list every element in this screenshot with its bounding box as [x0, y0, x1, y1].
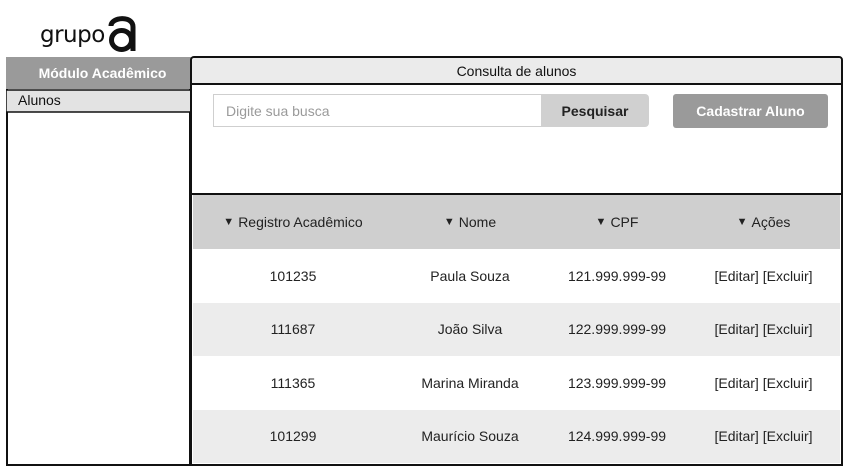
cell-cpf: 124.999.999-99: [567, 428, 667, 445]
column-header-acoes[interactable]: ▼ Ações: [687, 214, 840, 230]
cell-actions: [Editar] [Excluir]: [687, 428, 840, 444]
cell-nome: Maurício Souza: [421, 428, 519, 445]
edit-link[interactable]: [Editar]: [714, 428, 758, 444]
cell-cpf: 122.999.999-99: [567, 321, 667, 338]
cell-registro: 111687: [270, 321, 316, 338]
table-header: ▼ Registro Acadêmico ▼ Nome ▼ CPF ▼ Açõe…: [193, 195, 840, 249]
delete-link[interactable]: [Excluir]: [763, 428, 813, 444]
search-button[interactable]: Pesquisar: [541, 94, 649, 127]
delete-link[interactable]: [Excluir]: [763, 321, 813, 337]
cell-cpf: 121.999.999-99: [567, 267, 667, 284]
logo-a-mark-icon: [108, 16, 136, 52]
cell-registro: 101299: [269, 428, 317, 445]
edit-link[interactable]: [Editar]: [714, 321, 758, 337]
column-header-label: Registro Acadêmico: [238, 214, 363, 230]
search-input[interactable]: [213, 94, 541, 127]
cell-actions: [Editar] [Excluir]: [687, 375, 840, 391]
delete-link[interactable]: [Excluir]: [763, 375, 813, 391]
sidebar-item-label: Alunos: [18, 92, 61, 108]
table-row: 101235 Paula Souza 121.999.999-99 [Edita…: [193, 249, 840, 303]
caret-down-icon: ▼: [736, 216, 748, 228]
grupo-a-logo: grupo: [40, 4, 137, 52]
page-title: Consulta de alunos: [192, 58, 841, 85]
sidebar-item-alunos[interactable]: Alunos: [6, 89, 206, 113]
delete-link[interactable]: [Excluir]: [763, 268, 813, 284]
cell-registro: 101235: [269, 267, 317, 284]
table-row: 111687 João Silva 122.999.999-99 [Editar…: [193, 302, 840, 356]
column-header-label: Ações: [751, 214, 791, 230]
cell-nome: João Silva: [437, 321, 503, 338]
edit-link[interactable]: [Editar]: [714, 268, 758, 284]
sidebar: Módulo Acadêmico Alunos: [6, 57, 204, 466]
cell-registro: 111365: [270, 374, 316, 391]
add-student-button[interactable]: Cadastrar Aluno: [673, 94, 828, 128]
table-row: 111365 Marina Miranda 123.999.999-99 [Ed…: [193, 356, 840, 410]
column-header-label: Nome: [458, 214, 497, 230]
sidebar-panel: [6, 89, 191, 466]
cell-cpf: 123.999.999-99: [567, 374, 667, 391]
sidebar-header: Módulo Acadêmico: [6, 57, 191, 89]
table-row: 101299 Maurício Souza 124.999.999-99 [Ed…: [193, 409, 840, 463]
students-table: ▼ Registro Acadêmico ▼ Nome ▼ CPF ▼ Açõe…: [193, 195, 840, 463]
column-header-label: CPF: [610, 214, 639, 230]
column-header-cpf[interactable]: ▼ CPF: [547, 214, 687, 230]
cell-nome: Paula Souza: [430, 267, 510, 284]
search-bar: Pesquisar: [213, 94, 649, 127]
logo-text: grupo: [40, 22, 105, 48]
cell-nome: Marina Miranda: [421, 374, 519, 391]
edit-link[interactable]: [Editar]: [714, 375, 758, 391]
caret-down-icon: ▼: [443, 216, 455, 228]
column-header-registro[interactable]: ▼ Registro Acadêmico: [193, 214, 393, 230]
caret-down-icon: ▼: [595, 216, 607, 228]
main-panel: Consulta de alunos Pesquisar Cadastrar A…: [190, 56, 843, 466]
cell-actions: [Editar] [Excluir]: [687, 321, 840, 337]
column-header-nome[interactable]: ▼ Nome: [393, 214, 547, 230]
caret-down-icon: ▼: [223, 216, 235, 228]
cell-actions: [Editar] [Excluir]: [687, 268, 840, 284]
